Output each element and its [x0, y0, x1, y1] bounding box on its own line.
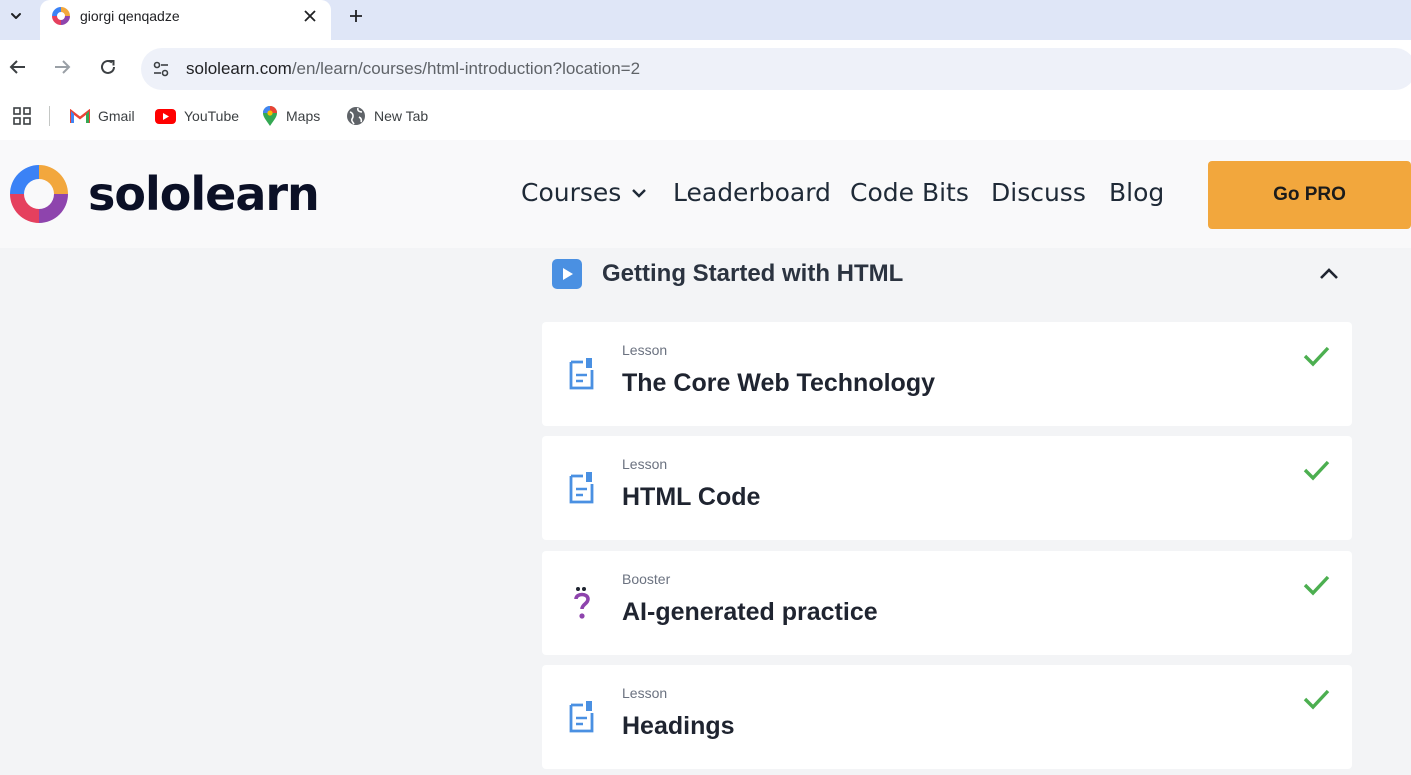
site-info-button[interactable]: [149, 57, 173, 81]
maps-icon: [263, 105, 277, 126]
checkmark-icon: [1303, 575, 1330, 596]
document-icon: [569, 358, 594, 390]
bookmark-label: Gmail: [98, 108, 135, 124]
tab-search-button[interactable]: [4, 4, 28, 28]
apps-grid-icon: [13, 107, 31, 125]
sololearn-logo[interactable]: sololearn: [8, 163, 320, 225]
item-type: Booster: [622, 571, 671, 587]
nav-discuss[interactable]: Discuss: [991, 178, 1086, 207]
plus-icon: [350, 10, 362, 22]
bookmarks-separator: [49, 106, 50, 126]
module-header[interactable]: Getting Started with HTML: [552, 258, 1352, 290]
play-icon: [552, 259, 582, 289]
reload-button[interactable]: [96, 55, 120, 79]
chevron-up-icon[interactable]: [1317, 262, 1341, 286]
url-text: sololearn.com/en/learn/courses/html-intr…: [186, 48, 640, 90]
booster-card[interactable]: Booster AI-generated practice: [542, 551, 1352, 655]
nav-courses[interactable]: Courses: [521, 178, 647, 207]
arrow-left-icon: [9, 60, 25, 74]
bookmark-new-tab[interactable]: New Tab: [346, 96, 428, 136]
bookmark-label: New Tab: [374, 108, 429, 124]
bookmark-youtube[interactable]: YouTube: [155, 96, 239, 136]
url-path: /en/learn/courses/html-introduction?loca…: [291, 59, 641, 78]
tab-close-button[interactable]: [299, 5, 321, 27]
tune-icon: [153, 61, 169, 77]
url-host: sololearn.com: [186, 59, 292, 78]
go-pro-button[interactable]: Go PRO: [1208, 161, 1411, 229]
checkmark-icon: [1303, 689, 1330, 710]
new-tab-button[interactable]: [343, 4, 369, 28]
checkmark-icon: [1303, 460, 1330, 481]
bookmarks-bar: Gmail YouTube Maps New Tab: [0, 96, 1411, 140]
nav-code-bits-label: Code Bits: [850, 178, 969, 207]
browser-toolbar: sololearn.com/en/learn/courses/html-intr…: [0, 40, 1411, 96]
nav-blog-label: Blog: [1109, 178, 1165, 207]
lesson-card[interactable]: Lesson HTML Code: [542, 436, 1352, 540]
arrow-right-icon: [55, 60, 71, 74]
forward-button[interactable]: [50, 55, 74, 79]
close-icon: [304, 10, 316, 22]
document-icon: [569, 472, 594, 504]
sololearn-favicon-icon: [52, 7, 70, 25]
nav-discuss-label: Discuss: [991, 178, 1086, 207]
reload-icon: [101, 59, 115, 74]
sololearn-logo-icon: [10, 165, 68, 223]
lesson-card[interactable]: Lesson Headings: [542, 665, 1352, 769]
nav-blog[interactable]: Blog: [1109, 178, 1164, 207]
question-mark-icon: [574, 587, 590, 619]
nav-leaderboard-label: Leaderboard: [673, 178, 831, 207]
lesson-card[interactable]: Lesson The Core Web Technology: [542, 322, 1352, 426]
chevron-down-icon: [632, 188, 647, 198]
checkmark-icon: [1303, 346, 1330, 367]
bookmark-label: Maps: [286, 108, 321, 124]
item-type: Lesson: [622, 685, 668, 701]
item-title: The Core Web Technology: [622, 369, 935, 397]
youtube-icon: [155, 108, 176, 124]
browser-tab-strip: giorgi qenqadze: [0, 0, 1411, 40]
browser-tab[interactable]: giorgi qenqadze: [40, 0, 331, 40]
apps-button[interactable]: [12, 106, 32, 131]
site-header: sololearn Courses Leaderboard Code Bits …: [0, 140, 1411, 248]
document-icon: [569, 701, 594, 733]
globe-icon: [347, 107, 365, 125]
item-title: HTML Code: [622, 483, 761, 511]
logo-text: sololearn: [88, 167, 320, 221]
item-title: Headings: [622, 712, 735, 740]
nav-courses-label: Courses: [521, 178, 622, 207]
nav-code-bits[interactable]: Code Bits: [850, 178, 969, 207]
bookmark-gmail[interactable]: Gmail: [70, 96, 135, 136]
bookmark-maps[interactable]: Maps: [262, 96, 320, 136]
back-button[interactable]: [6, 55, 30, 79]
item-type: Lesson: [622, 342, 668, 358]
nav-leaderboard[interactable]: Leaderboard: [673, 178, 831, 207]
item-type: Lesson: [622, 456, 668, 472]
item-title: AI-generated practice: [622, 598, 878, 626]
chevron-down-icon: [11, 13, 21, 19]
module-title: Getting Started with HTML: [602, 260, 904, 287]
tab-title: giorgi qenqadze: [80, 8, 180, 24]
address-bar[interactable]: sololearn.com/en/learn/courses/html-intr…: [141, 48, 1411, 90]
bookmark-label: YouTube: [184, 108, 240, 124]
gmail-icon: [70, 108, 90, 123]
